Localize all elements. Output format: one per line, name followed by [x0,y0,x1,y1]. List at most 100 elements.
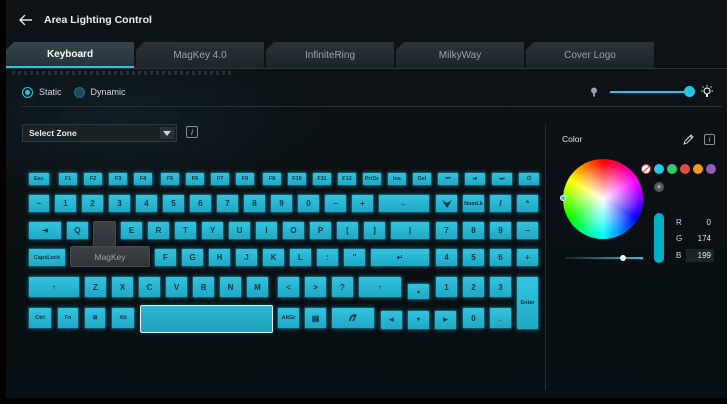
back-button[interactable] [16,10,36,30]
key-8[interactable]: 8 [243,194,266,213]
key-fn[interactable]: Fn [57,307,79,329]
key-copilot[interactable] [331,307,375,329]
key-tab[interactable]: ⇥ [28,221,62,240]
key-num-1[interactable]: 1 [435,276,458,298]
key-v[interactable]: V [165,276,188,298]
key-predator-logo[interactable] [435,194,458,213]
key-num-enter[interactable]: Enter [516,276,539,330]
key-f4[interactable]: F4 [133,172,153,186]
key-ctrl[interactable]: Ctrl [28,307,52,329]
key-f7[interactable]: F7 [210,172,230,186]
key-next-track[interactable]: ⏭ [491,172,513,186]
key-minus[interactable]: − [324,194,347,213]
key-magkey[interactable]: MagKey [70,246,150,267]
key-num-5[interactable]: 5 [462,248,485,267]
tab-milkyway[interactable]: MilkyWay [396,42,524,68]
key-f9[interactable]: F9 [262,172,282,186]
key-capslock[interactable]: CapsLock [28,248,66,267]
key-arrow-right[interactable]: ▶ [434,310,457,330]
static-radio[interactable] [22,86,33,98]
key-shift-left[interactable]: ↑ [28,276,80,298]
key-m[interactable]: M [246,276,269,298]
key-5[interactable]: 5 [162,194,185,213]
swatch-orange[interactable] [693,164,703,174]
color-wheel[interactable] [563,159,643,239]
key-num-3[interactable]: 3 [489,276,512,298]
g-value-input[interactable]: 174 [688,232,714,245]
key-l[interactable]: L [289,248,312,267]
key-numlock[interactable]: NumLk [462,194,485,213]
key-9[interactable]: 9 [270,194,293,213]
key-2[interactable]: 2 [81,194,104,213]
color-wheel-pointer[interactable] [560,195,566,201]
key-3[interactable]: 3 [108,194,131,213]
key-num-divide[interactable]: / [489,194,512,213]
swatch-red[interactable] [680,164,690,174]
tab-infinitering[interactable]: InfiniteRing [266,42,394,68]
key-comma[interactable]: < [277,276,300,298]
no-color-swatch[interactable] [641,164,651,174]
key-num-multiply[interactable]: * [516,194,539,213]
add-swatch-button[interactable]: + [654,182,664,192]
key-windows[interactable]: ⊞ [84,307,106,329]
key-6[interactable]: 6 [189,194,212,213]
key-p[interactable]: P [309,221,332,240]
color-info-icon[interactable]: i [704,134,715,145]
r-value-input[interactable]: 0 [688,216,714,229]
key-bracket-right[interactable]: ] [363,221,386,240]
key-num-4[interactable]: 4 [435,248,458,267]
key-alt[interactable]: Alt [111,307,135,329]
key-num-plus[interactable]: + [516,248,539,267]
dynamic-radio[interactable] [73,86,85,98]
saturation-slider-handle[interactable] [620,255,626,261]
b-value-input[interactable]: 199 [688,249,714,262]
key-shift-right[interactable]: ↑ [358,276,402,298]
key-bracket-left[interactable]: [ [336,221,359,240]
key-slash[interactable]: ? [331,276,354,298]
key-q[interactable]: Q [66,221,89,240]
key-1[interactable]: 1 [54,194,77,213]
swatch-green[interactable] [667,164,677,174]
key-quote[interactable]: " [343,248,366,267]
key-w-magkey[interactable] [93,221,116,246]
key-e[interactable]: E [120,221,143,240]
key-j[interactable]: J [235,248,258,267]
key-f11[interactable]: F11 [312,172,332,186]
key-menu[interactable]: ▤ [304,307,327,329]
key-h[interactable]: H [208,248,231,267]
key-num-9[interactable]: 9 [489,221,512,240]
eyedropper-icon[interactable] [683,134,694,145]
key-z[interactable]: Z [84,276,107,298]
zone-info-icon[interactable]: i [186,126,198,138]
key-f1[interactable]: F1 [58,172,78,186]
key-plus[interactable]: + [351,194,374,213]
key-arrow-left[interactable]: ◀ [380,310,403,330]
key-f[interactable]: F [154,248,177,267]
key-backslash[interactable]: | [390,221,430,240]
key-g[interactable]: G [181,248,204,267]
key-space[interactable] [140,305,273,333]
tab-cover-logo[interactable]: Cover Logo [526,42,654,68]
key-i[interactable]: I [255,221,278,240]
key-del[interactable]: Del [412,172,432,186]
key-prev-track[interactable]: ⏮ [437,172,459,186]
key-7[interactable]: 7 [216,194,239,213]
key-backspace[interactable]: ← [378,194,430,213]
key-0[interactable]: 0 [297,194,320,213]
key-f12[interactable]: F12 [337,172,357,186]
key-ins[interactable]: Ins [387,172,407,186]
key-tilde[interactable]: ~ [28,194,50,213]
swatch-cyan[interactable] [654,164,664,174]
key-f8[interactable]: F8 [235,172,255,186]
key-num-minus[interactable]: − [516,221,539,240]
key-r[interactable]: R [147,221,170,240]
key-b[interactable]: B [192,276,215,298]
key-f2[interactable]: F2 [83,172,103,186]
saturation-slider[interactable] [565,257,643,259]
key-f5[interactable]: F5 [160,172,180,186]
brightness-slider[interactable] [610,91,690,93]
key-arrow-down[interactable]: ▼ [407,310,430,330]
key-power[interactable]: ⏻ [518,172,540,186]
key-num-7[interactable]: 7 [435,221,458,240]
key-num-8[interactable]: 8 [462,221,485,240]
